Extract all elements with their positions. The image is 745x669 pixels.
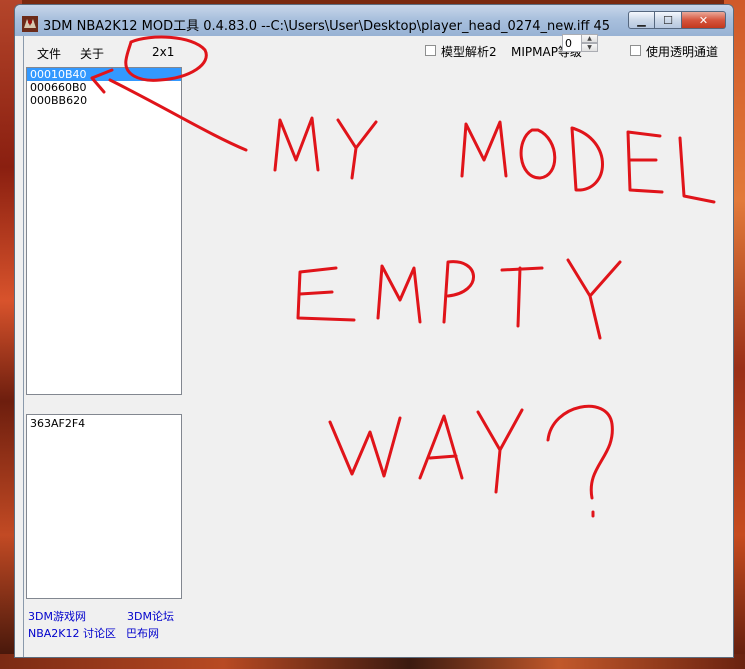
menu-file[interactable]: 文件: [37, 45, 61, 62]
list-item[interactable]: 363AF2F4: [27, 417, 181, 430]
menu-about[interactable]: 关于: [80, 45, 104, 62]
maximize-button[interactable]: ☐: [655, 11, 682, 29]
window-title: 3DM NBA2K12 MOD工具 0.4.83.0 --C:\Users\Us…: [43, 19, 611, 34]
file-list[interactable]: 00010B40 000660B0 000BB620: [26, 67, 182, 395]
mipmap-spinner[interactable]: 0 ▲ ▼: [562, 34, 598, 52]
link-nba2k12-discussion[interactable]: NBA2K12 讨论区: [28, 625, 116, 641]
link-babu[interactable]: 巴布网: [126, 625, 159, 641]
link-3dm-site[interactable]: 3DM游戏网: [28, 608, 86, 624]
minimize-button[interactable]: ▁: [628, 11, 655, 29]
list-item[interactable]: 00010B40: [27, 68, 181, 81]
transparency-label: 使用透明通道: [646, 45, 719, 59]
link-3dm-forum[interactable]: 3DM论坛: [127, 608, 174, 624]
menu-extra[interactable]: 2x1: [152, 45, 174, 59]
minimize-icon: ▁: [637, 13, 646, 27]
spin-up-icon[interactable]: ▲: [581, 34, 598, 43]
app-icon: [22, 16, 38, 32]
transparency-checkbox[interactable]: [630, 45, 641, 56]
close-button[interactable]: ✕: [682, 11, 726, 29]
client-area: 文件 关于 2x1 模型解析2 MIPMAP等级 使用透明通道 00010B40…: [23, 36, 726, 657]
spin-down-icon[interactable]: ▼: [581, 43, 598, 52]
title-bar[interactable]: 3DM NBA2K12 MOD工具 0.4.83.0 --C:\Users\Us…: [15, 5, 733, 36]
list-item[interactable]: 000660B0: [27, 81, 181, 94]
list-item[interactable]: 000BB620: [27, 94, 181, 107]
model-parse-checkbox[interactable]: [425, 45, 436, 56]
model-parse-label: 模型解析2: [441, 45, 497, 59]
texture-list[interactable]: 363AF2F4: [26, 414, 182, 599]
close-icon: ✕: [698, 13, 709, 27]
mipmap-value-field[interactable]: 0: [562, 34, 582, 52]
maximize-icon: ☐: [663, 13, 673, 27]
app-window: 3DM NBA2K12 MOD工具 0.4.83.0 --C:\Users\Us…: [14, 4, 734, 658]
